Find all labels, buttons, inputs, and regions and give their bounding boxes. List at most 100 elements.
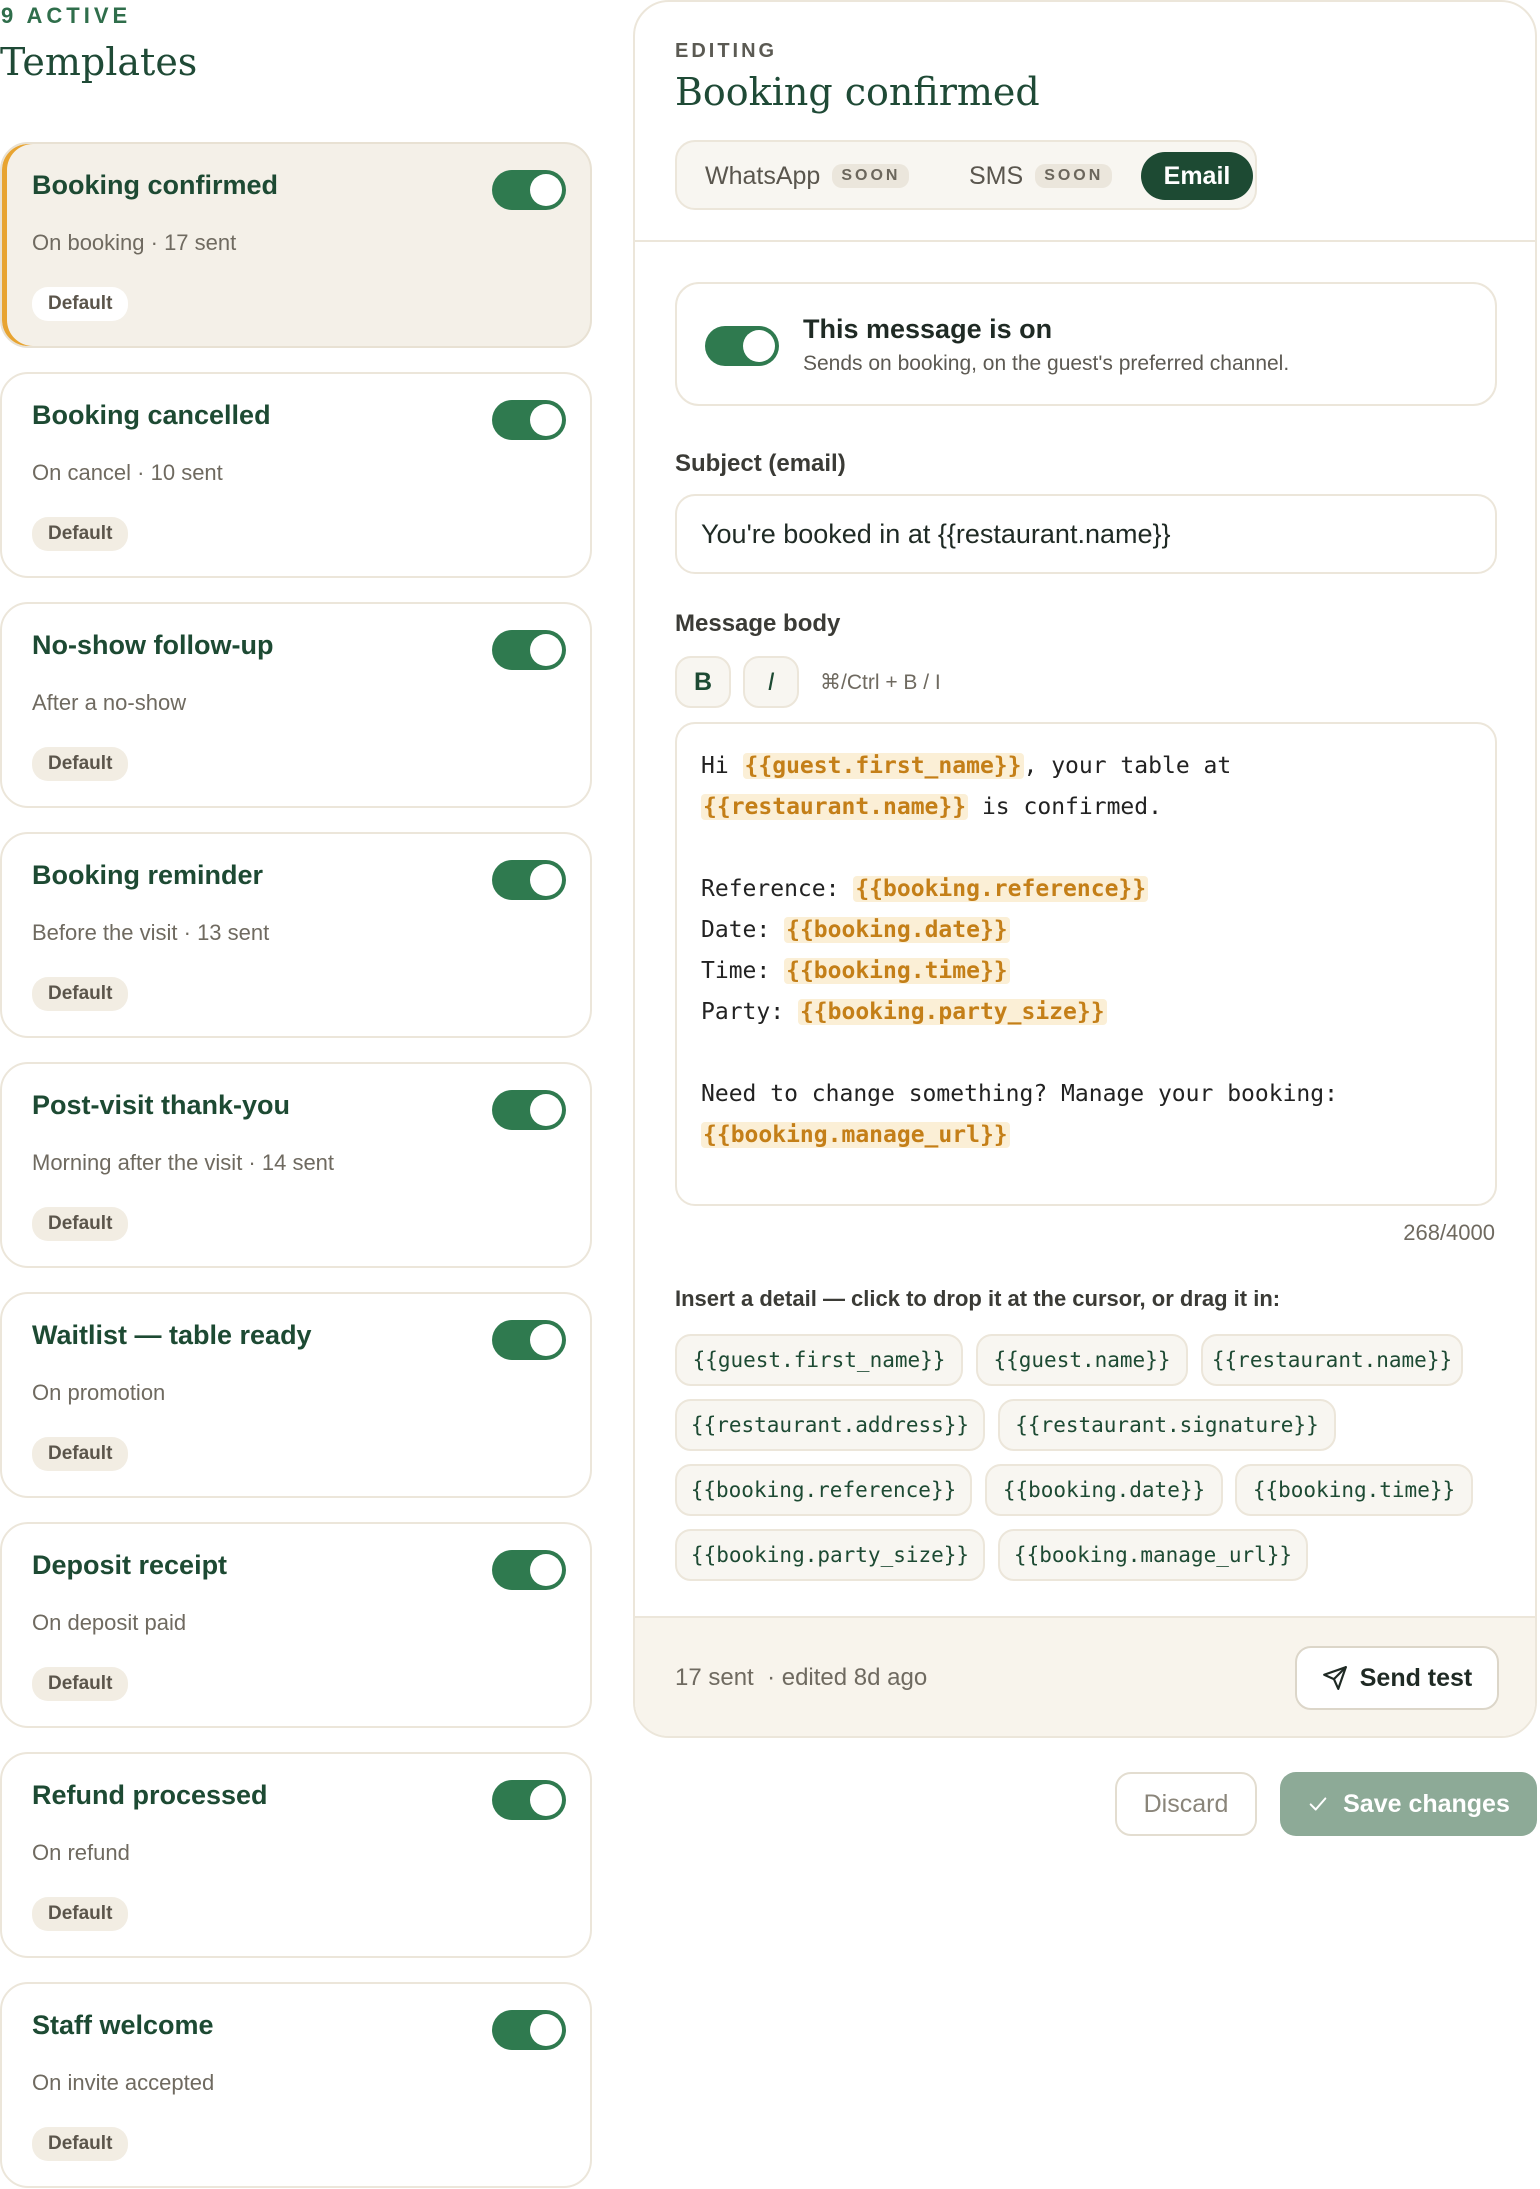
template-title: Booking confirmed <box>32 170 279 200</box>
variable-token: {{booking.party_size}} <box>797 999 1107 1025</box>
template-card[interactable]: Refund processed On refund Default <box>0 1752 592 1958</box>
template-title: Booking cancelled <box>32 400 271 430</box>
variable-chip[interactable]: {{guest.name}} <box>976 1334 1188 1386</box>
template-title: Deposit receipt <box>32 1550 228 1580</box>
template-title: Booking reminder <box>32 860 264 890</box>
template-trigger: On cancel · 10 sent <box>32 460 223 485</box>
template-meta: 17 sent · edited 8d ago <box>675 1664 928 1691</box>
insert-detail-label: Insert a detail — click to drop it at th… <box>675 1286 1281 1311</box>
template-title: Post-visit thank-you <box>32 1090 291 1120</box>
template-title: Refund processed <box>32 1780 268 1810</box>
template-card[interactable]: Post-visit thank-you Morning after the v… <box>0 1062 592 1268</box>
discard-button[interactable]: Discard <box>1115 1772 1257 1836</box>
variable-token: {{booking.time}} <box>784 958 1010 984</box>
body-text: Party: <box>701 999 798 1025</box>
body-label: Message body <box>675 610 841 637</box>
template-trigger: On deposit paid <box>32 1610 187 1635</box>
template-trigger: Morning after the visit · 14 sent <box>32 1150 335 1175</box>
template-toggle[interactable] <box>492 170 566 210</box>
tab-sms[interactable]: SMS SOON <box>969 152 1113 200</box>
variable-chip[interactable]: {{guest.first_name}} <box>675 1334 963 1386</box>
message-on-card: This message is on Sends on booking, on … <box>675 282 1497 406</box>
default-badge: Default <box>32 1667 129 1701</box>
subject-input[interactable]: You're booked in at {{restaurant.name}} <box>675 494 1497 574</box>
template-card[interactable]: Booking cancelled On cancel · 10 sent De… <box>0 372 592 578</box>
body-text: Date: <box>701 917 785 943</box>
channel-tabs: WhatsApp SOON SMS SOON Email <box>675 140 1257 210</box>
template-toggle[interactable] <box>492 1320 566 1360</box>
variable-chip[interactable]: {{booking.manage_url}} <box>998 1529 1308 1581</box>
default-badge: Default <box>32 2127 129 2161</box>
template-toggle[interactable] <box>492 1780 566 1820</box>
message-on-description: Sends on booking, on the guest's preferr… <box>803 352 1290 375</box>
template-trigger: On booking · 17 sent <box>32 230 237 255</box>
default-badge: Default <box>32 1437 129 1471</box>
template-card[interactable]: Booking confirmed On booking · 17 sent D… <box>0 142 592 348</box>
variable-chip[interactable]: {{restaurant.signature}} <box>998 1399 1336 1451</box>
template-card[interactable]: Staff welcome On invite accepted Default <box>0 1982 592 2188</box>
character-count: 268/4000 <box>1403 1220 1495 1245</box>
body-text: Need to change something? Manage your bo… <box>701 1081 1338 1107</box>
message-on-toggle[interactable] <box>705 326 779 366</box>
template-trigger: On invite accepted <box>32 2070 215 2095</box>
active-count-label: 9 ACTIVE <box>1 3 132 28</box>
save-label: Save changes <box>1343 1789 1510 1818</box>
body-text: Time: <box>701 958 785 984</box>
template-trigger: On promotion <box>32 1380 166 1405</box>
template-title: No-show follow-up <box>32 630 274 660</box>
template-title: Waitlist — table ready <box>32 1320 312 1350</box>
template-toggle[interactable] <box>492 1550 566 1590</box>
body-text: is confirmed. <box>968 794 1162 820</box>
template-title: Staff welcome <box>32 2010 214 2040</box>
variable-chip[interactable]: {{booking.reference}} <box>675 1464 972 1516</box>
template-trigger: On refund <box>32 1840 130 1865</box>
tab-label: SMS <box>969 161 1024 190</box>
format-shortcut-hint: ⌘/Ctrl + B / I <box>820 671 941 694</box>
template-toggle[interactable] <box>492 860 566 900</box>
soon-badge: SOON <box>1035 164 1113 188</box>
italic-button[interactable]: I <box>743 656 799 708</box>
default-badge: Default <box>32 1207 129 1241</box>
send-test-label: Send test <box>1359 1663 1473 1692</box>
soon-badge: SOON <box>832 164 910 188</box>
default-badge: Default <box>32 517 129 551</box>
message-body-editor[interactable]: Hi {{guest.first_name}}, your table at {… <box>675 722 1497 1206</box>
bold-button[interactable]: B <box>675 656 731 708</box>
message-on-title: This message is on <box>803 314 1053 344</box>
variable-chip[interactable]: {{booking.date}} <box>985 1464 1223 1516</box>
template-toggle[interactable] <box>492 630 566 670</box>
template-trigger: After a no-show <box>32 690 187 715</box>
variable-chip[interactable]: {{restaurant.name}} <box>1201 1334 1463 1386</box>
variable-chip[interactable]: {{restaurant.address}} <box>675 1399 985 1451</box>
template-card[interactable]: Waitlist — table ready On promotion Defa… <box>0 1292 592 1498</box>
default-badge: Default <box>32 1897 129 1931</box>
default-badge: Default <box>32 287 129 321</box>
body-text: Hi <box>701 753 743 779</box>
template-toggle[interactable] <box>492 2010 566 2050</box>
save-changes-button[interactable]: Save changes <box>1280 1772 1537 1836</box>
variable-token: {{guest.first_name}} <box>742 753 1024 779</box>
default-badge: Default <box>32 977 129 1011</box>
template-toggle[interactable] <box>492 1090 566 1130</box>
variable-chip[interactable]: {{booking.party_size}} <box>675 1529 985 1581</box>
editor-footer: 17 sent · edited 8d ago Send test <box>635 1616 1535 1736</box>
variable-token: {{booking.date}} <box>784 917 1010 943</box>
sidebar-title: Templates <box>0 40 198 84</box>
template-toggle[interactable] <box>492 400 566 440</box>
send-test-button[interactable]: Send test <box>1295 1646 1499 1710</box>
template-trigger: Before the visit · 13 sent <box>32 920 270 945</box>
body-text: , your table at <box>1023 753 1232 779</box>
template-card[interactable]: Deposit receipt On deposit paid Default <box>0 1522 592 1728</box>
editor-panel: EDITING Booking confirmed WhatsApp SOON … <box>633 0 1537 1738</box>
variable-token: {{booking.manage_url}} <box>701 1122 1010 1148</box>
template-card[interactable]: No-show follow-up After a no-show Defaul… <box>0 602 592 808</box>
header-divider <box>635 240 1535 242</box>
body-text: Reference: <box>701 876 854 902</box>
tab-email[interactable]: Email <box>1141 152 1253 200</box>
variable-chip[interactable]: {{booking.time}} <box>1235 1464 1473 1516</box>
tab-whatsapp[interactable]: WhatsApp SOON <box>705 152 910 200</box>
send-icon <box>1322 1666 1347 1690</box>
template-card[interactable]: Booking reminder Before the visit · 13 s… <box>0 832 592 1038</box>
tab-label: WhatsApp <box>705 161 821 190</box>
variable-token: {{booking.reference}} <box>853 876 1149 902</box>
